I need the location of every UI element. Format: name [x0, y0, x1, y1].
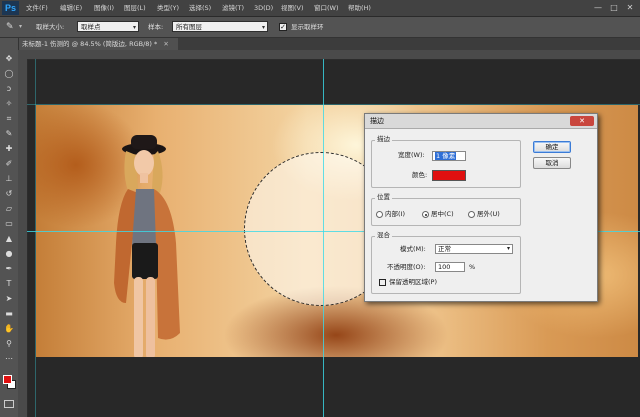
- shape-icon[interactable]: ▬: [4, 309, 14, 319]
- brush-icon[interactable]: ✐: [4, 159, 14, 169]
- lasso-icon[interactable]: ↄ: [4, 84, 14, 94]
- history-brush-icon[interactable]: ↺: [4, 189, 14, 199]
- opacity-unit: %: [469, 263, 476, 271]
- menu-help[interactable]: 帮助(H): [348, 2, 371, 14]
- menu-select[interactable]: 选择(S): [189, 2, 211, 14]
- menu-window[interactable]: 窗口(W): [314, 2, 339, 14]
- menu-edit[interactable]: 编辑(E): [60, 2, 82, 14]
- width-label: 宽度(W):: [398, 151, 425, 159]
- menu-layer[interactable]: 图层(L): [124, 2, 146, 14]
- hand-icon[interactable]: ✋: [4, 324, 14, 334]
- menu-type[interactable]: 类型(Y): [157, 2, 179, 14]
- foreground-color-swatch[interactable]: [3, 375, 12, 384]
- show-ring-label: 显示取样环: [291, 23, 324, 31]
- stroke-dialog: 描边 ✕ 描边 宽度(W): 1 像素 颜色: 位置 内部(I) 居中(C) 居…: [364, 113, 598, 302]
- chevron-down-icon: ▾: [506, 245, 510, 252]
- dialog-close-icon[interactable]: ✕: [570, 116, 594, 126]
- dialog-title: 描边: [370, 117, 384, 125]
- preserve-transparency-label: 保留透明区域(P): [389, 278, 437, 286]
- menu-filter[interactable]: 滤镜(T): [222, 2, 244, 14]
- quick-select-icon[interactable]: ✧: [4, 99, 14, 109]
- gradient-icon[interactable]: ▭: [4, 219, 14, 229]
- radio-center[interactable]: [422, 211, 429, 218]
- ok-button[interactable]: 确定: [533, 141, 571, 153]
- radio-center-label: 居中(C): [431, 210, 454, 218]
- options-bar: ✎ ▾ 取样大小: 取样点 ▾ 样本: 所有图层 ▾ ✓ 显示取样环: [0, 17, 640, 38]
- move-icon[interactable]: ✥: [4, 54, 14, 64]
- radio-inside[interactable]: [376, 211, 383, 218]
- menu-view[interactable]: 视图(V): [281, 2, 304, 14]
- color-label: 颜色:: [412, 171, 428, 179]
- marquee-icon[interactable]: ◯: [4, 69, 14, 79]
- crop-icon[interactable]: ⌗: [4, 114, 14, 124]
- menu-3d[interactable]: 3D(D): [254, 2, 273, 14]
- menu-file[interactable]: 文件(F): [26, 2, 48, 14]
- cancel-button[interactable]: 取消: [533, 157, 571, 169]
- tools-panel: ✥ ◯ ↄ ✧ ⌗ ✎ ✚ ✐ ⊥ ↺ ▱ ▭ ▲ ● ✒ T ➤ ▬ ✋ ⚲ …: [0, 38, 19, 417]
- sample-size-label: 取样大小:: [36, 23, 65, 31]
- model-photo: [114, 135, 180, 357]
- minimize-icon[interactable]: —: [592, 2, 604, 14]
- dialog-titlebar[interactable]: 描边 ✕: [365, 114, 597, 129]
- chevron-down-icon: ▾: [132, 24, 136, 31]
- stamp-icon[interactable]: ⊥: [4, 174, 14, 184]
- more-tools-icon[interactable]: ⋯: [4, 354, 14, 364]
- sample-label: 样本:: [148, 23, 164, 31]
- opacity-input[interactable]: 100: [435, 262, 465, 272]
- document-title: 未标题-1 伤测的 @ 84.5% (简版边, RGB/8) *: [22, 40, 158, 48]
- stroke-color-swatch[interactable]: [432, 170, 466, 181]
- photoshop-logo: Ps: [2, 1, 19, 15]
- vertical-ruler: [18, 59, 28, 417]
- path-select-icon[interactable]: ➤: [4, 294, 14, 304]
- sample-value: 所有图层: [176, 23, 202, 31]
- show-ring-checkbox[interactable]: ✓: [279, 23, 287, 31]
- menu-bar: Ps 文件(F) 编辑(E) 图像(I) 图层(L) 类型(Y) 选择(S) 滤…: [0, 0, 640, 17]
- position-group-label: 位置: [375, 193, 392, 202]
- radio-inside-label: 内部(I): [385, 210, 405, 218]
- blend-mode-select[interactable]: 正常 ▾: [435, 244, 513, 254]
- mode-label: 模式(M):: [400, 245, 426, 253]
- horizontal-guide-top[interactable]: [27, 104, 640, 105]
- chevron-down-icon: ▾: [261, 24, 265, 31]
- opacity-label: 不透明度(O):: [387, 263, 426, 271]
- width-value: 1 像素: [435, 152, 457, 160]
- dodge-icon[interactable]: ●: [4, 249, 14, 259]
- radio-outside[interactable]: [468, 211, 475, 218]
- blending-group-label: 混合: [375, 231, 392, 240]
- horizontal-ruler: [18, 50, 640, 60]
- quick-mask-icon[interactable]: [4, 400, 14, 408]
- sample-size-select[interactable]: 取样点 ▾: [77, 21, 139, 32]
- eyedropper-icon[interactable]: ✎: [4, 129, 14, 139]
- radio-outside-label: 居外(U): [477, 210, 500, 218]
- opacity-value: 100: [438, 263, 451, 271]
- blur-icon[interactable]: ▲: [4, 234, 14, 244]
- tool-preset-arrow-icon[interactable]: ▾: [19, 23, 22, 30]
- zoom-icon[interactable]: ⚲: [4, 339, 14, 349]
- type-icon[interactable]: T: [4, 279, 14, 289]
- tab-close-icon[interactable]: ✕: [163, 40, 168, 48]
- eraser-icon[interactable]: ▱: [4, 204, 14, 214]
- vertical-guide-left[interactable]: [35, 59, 36, 417]
- maximize-icon[interactable]: □: [608, 2, 620, 14]
- eyedropper-tool-icon[interactable]: ✎: [6, 21, 18, 33]
- document-tab[interactable]: 未标题-1 伤测的 @ 84.5% (简版边, RGB/8) * ✕: [18, 38, 178, 50]
- stroke-group-label: 描边: [375, 135, 392, 144]
- sample-size-value: 取样点: [81, 23, 101, 31]
- sample-select[interactable]: 所有图层 ▾: [172, 21, 268, 32]
- close-icon[interactable]: ✕: [624, 2, 636, 14]
- pen-icon[interactable]: ✒: [4, 264, 14, 274]
- blend-mode-value: 正常: [438, 245, 451, 253]
- menu-image[interactable]: 图像(I): [94, 2, 114, 14]
- width-input[interactable]: 1 像素: [432, 151, 466, 161]
- healing-icon[interactable]: ✚: [4, 144, 14, 154]
- preserve-transparency-checkbox[interactable]: [379, 279, 386, 286]
- vertical-guide[interactable]: [323, 59, 324, 417]
